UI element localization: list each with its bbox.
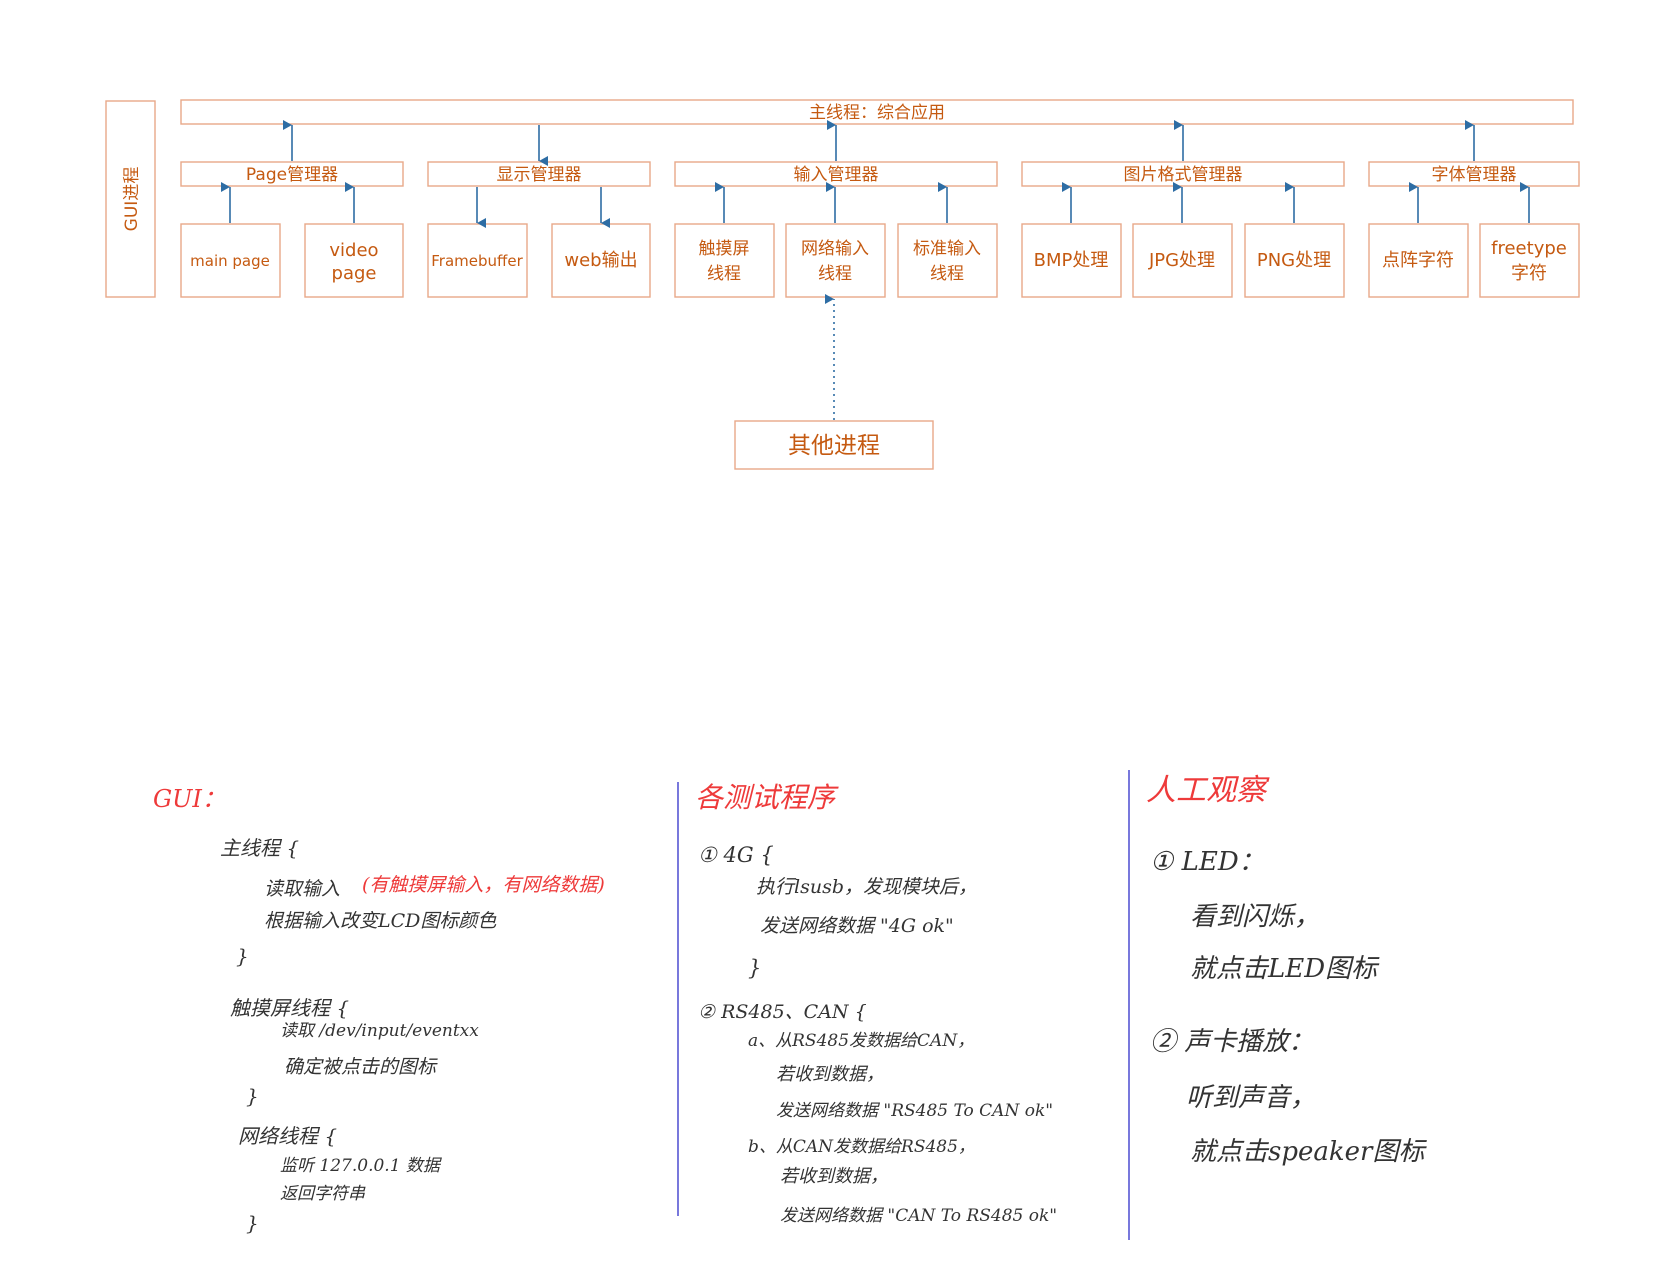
manual-line-hear-sound: 听到声音， (1186, 1083, 1316, 1113)
jpg-module: JPG处理 (1132, 223, 1233, 298)
manual-line-led: ① LED： (1150, 847, 1265, 877)
std-input-thread-module: 标准输入 线程 (897, 223, 998, 298)
test-line-rs485-can: ② RS485、CAN { (698, 1001, 867, 1023)
test-line-received-1: 若收到数据， (776, 1064, 884, 1085)
gui-line-main-thread: 主线程 { (220, 836, 299, 860)
gui-line-touch-thread: 触摸屏线程 { (230, 996, 349, 1020)
touch-thread-line2: 线程 (707, 264, 741, 284)
framebuffer-module: Framebuffer (427, 223, 528, 298)
gui-line-listen: 监听 127.0.0.1 数据 (280, 1156, 443, 1176)
video-page-module: video page (304, 223, 404, 298)
input-manager: 输入管理器 (674, 161, 998, 187)
freetype-module: freetype 字符 (1479, 223, 1580, 298)
other-process-label: 其他进程 (788, 433, 880, 459)
net-input-line1: 网络输入 (801, 239, 869, 259)
touch-thread-line1: 触摸屏 (699, 239, 750, 259)
gui-notes-title: GUI： (153, 785, 226, 813)
gui-line-close-3: } (246, 1211, 259, 1235)
dot-font-label: 点阵字符 (1382, 250, 1454, 271)
manual-line-see-blink: 看到闪烁， (1190, 902, 1320, 932)
gui-notes: GUI： 主线程 { 读取输入 (有触摸屏输入，有网络数据) 根据输入改变LCD… (153, 785, 605, 1235)
other-process-box: 其他进程 (734, 420, 934, 470)
dot-font-module: 点阵字符 (1368, 223, 1469, 298)
test-line-lsusb: 执行lsusb，发现模块后， (756, 876, 977, 898)
gui-line-net-thread: 网络线程 { (238, 1124, 337, 1148)
test-line-send-rs485-ok: 发送网络数据 "RS485 To CAN ok" (776, 1101, 1053, 1121)
image-format-manager: 图片格式管理器 (1021, 161, 1345, 187)
bmp-module: BMP处理 (1021, 223, 1122, 298)
png-label: PNG处理 (1257, 250, 1331, 271)
test-notes-title: 各测试程序 (695, 781, 839, 814)
gui-line-change-color: 根据输入改变LCD图标颜色 (264, 910, 497, 932)
gui-line-input-sources: (有触摸屏输入，有网络数据) (362, 874, 605, 896)
bmp-label: BMP处理 (1034, 250, 1109, 271)
web-output-module: web输出 (551, 223, 651, 298)
manual-notes: 人工观察 ① LED： 看到闪烁， 就点击LED图标 ② 声卡播放： 听到声音，… (1146, 773, 1427, 1167)
test-line-received-2: 若收到数据， (780, 1166, 888, 1187)
gui-line-close-1: } (236, 944, 249, 968)
main-thread-label: 主线程：综合应用 (809, 103, 945, 123)
gui-process-label: GUI进程 (122, 167, 142, 232)
gui-line-return-string: 返回字符串 (280, 1184, 366, 1204)
std-input-line1: 标准输入 (913, 239, 981, 259)
gui-line-read-event: 读取 /dev/input/eventxx (280, 1021, 479, 1041)
architecture-diagram: GUI进程 主线程：综合应用 Page管理器 显示管理器 输入管理器 图片格式管… (105, 99, 1580, 1240)
web-output-label: web输出 (564, 250, 637, 271)
manual-line-click-speaker: 就点击speaker图标 (1190, 1137, 1427, 1167)
test-line-can-to-rs485: b、从CAN发数据给RS485， (748, 1137, 975, 1157)
net-input-thread-module: 网络输入 线程 (785, 223, 886, 298)
freetype-line1: freetype (1491, 238, 1567, 259)
jpg-label: JPG处理 (1148, 250, 1215, 271)
page-manager: Page管理器 (180, 161, 404, 187)
manual-line-click-led: 就点击LED图标 (1190, 954, 1380, 984)
display-manager: 显示管理器 (427, 161, 651, 187)
touch-thread-module: 触摸屏 线程 (674, 223, 775, 298)
test-notes: 各测试程序 ① 4G { 执行lsusb，发现模块后， 发送网络数据 "4G o… (695, 781, 1057, 1226)
test-line-send-4g: 发送网络数据 "4G ok" (760, 915, 954, 937)
manual-line-sound-card: ② 声卡播放： (1150, 1027, 1314, 1057)
video-page-line1: video (329, 240, 378, 261)
image-format-manager-label: 图片格式管理器 (1124, 165, 1243, 185)
input-manager-label: 输入管理器 (794, 165, 879, 185)
manual-notes-title: 人工观察 (1146, 773, 1270, 808)
gui-line-determine-icon: 确定被点击的图标 (284, 1056, 438, 1078)
font-manager-label: 字体管理器 (1432, 165, 1517, 185)
test-line-close-1: } (748, 956, 761, 980)
std-input-line2: 线程 (930, 264, 964, 284)
gui-line-read-input: 读取输入 (264, 878, 340, 900)
test-line-rs485-to-can: a、从RS485发数据给CAN， (748, 1031, 974, 1051)
png-module: PNG处理 (1244, 223, 1345, 298)
font-manager: 字体管理器 (1368, 161, 1580, 187)
display-manager-label: 显示管理器 (497, 165, 582, 185)
test-line-4g: ① 4G { (698, 843, 774, 867)
framebuffer-label: Framebuffer (431, 252, 523, 270)
video-page-line2: page (332, 263, 377, 284)
gui-line-close-2: } (246, 1084, 259, 1108)
freetype-line2: 字符 (1511, 263, 1547, 284)
main-page-module: main page (180, 223, 281, 298)
test-line-send-can-ok: 发送网络数据 "CAN To RS485 ok" (780, 1206, 1057, 1226)
page-manager-label: Page管理器 (246, 165, 338, 185)
net-input-line2: 线程 (818, 264, 852, 284)
main-page-label: main page (190, 252, 270, 270)
